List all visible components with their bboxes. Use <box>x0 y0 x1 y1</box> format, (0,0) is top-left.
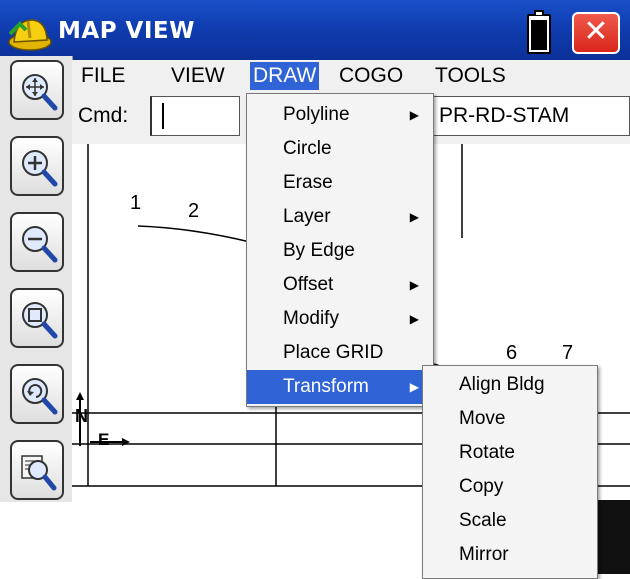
menu-bar: FILE VIEW DRAW COGO TOOLS <box>72 60 630 92</box>
east-arrow-label: E <box>98 430 110 449</box>
background-device-area <box>598 500 630 574</box>
submenu-arrow-icon: ▶ <box>409 312 419 326</box>
submenu-arrow-icon: ▶ <box>409 108 419 122</box>
window-title: MAP VIEW <box>58 18 195 44</box>
zoom-window-button[interactable] <box>10 288 64 348</box>
submenu-arrow-icon: ▶ <box>409 380 419 394</box>
menu-item-rotate[interactable]: Rotate <box>423 436 597 470</box>
menu-item-mirror[interactable]: Mirror <box>423 538 597 572</box>
draw-menu: Polyline ▶ Circle Erase Layer ▶ By Edge Of… <box>246 93 434 407</box>
zoom-in-button[interactable] <box>10 136 64 196</box>
display-settings-icon <box>21 455 57 491</box>
cmd-label: Cmd: <box>78 104 129 127</box>
menu-item-align-bldg[interactable]: Align Bldg <box>423 368 597 402</box>
zoom-out-icon <box>22 226 58 263</box>
zoom-window-icon <box>22 302 58 339</box>
zoom-extents-button[interactable] <box>10 60 64 120</box>
menu-item-copy[interactable]: Copy <box>423 470 597 504</box>
menu-item-by-edge[interactable]: By Edge <box>247 234 433 268</box>
zoom-extents-icon <box>22 74 58 111</box>
title-bar: MAP VIEW ✕ <box>0 0 630 66</box>
point-label: 2 <box>188 200 200 222</box>
zoom-in-icon <box>22 150 58 187</box>
display-settings-button[interactable] <box>10 440 64 500</box>
text-caret <box>162 103 164 129</box>
menu-item-scale[interactable]: Scale <box>423 504 597 538</box>
menu-cogo[interactable]: COGO <box>336 62 406 90</box>
close-button[interactable]: ✕ <box>572 12 620 54</box>
menu-item-offset[interactable]: Offset ▶ <box>247 268 433 302</box>
point-label: 1 <box>130 192 142 214</box>
menu-item-polyline[interactable]: Polyline ▶ <box>247 98 433 132</box>
left-toolbar <box>0 56 73 502</box>
menu-tools[interactable]: TOOLS <box>432 62 509 90</box>
transform-submenu: Align Bldg Move Rotate Copy Scale Mirror <box>422 365 598 579</box>
menu-view[interactable]: VIEW <box>168 62 228 90</box>
close-icon: ✕ <box>583 14 609 49</box>
code-field[interactable]: PR-RD-STAM <box>432 96 630 136</box>
zoom-out-button[interactable] <box>10 212 64 272</box>
menu-item-erase[interactable]: Erase <box>247 166 433 200</box>
battery-icon <box>527 10 551 54</box>
point-label: 6 <box>506 342 518 364</box>
menu-item-move[interactable]: Move <box>423 402 597 436</box>
code-value: PR-RD-STAM <box>439 104 570 127</box>
menu-file[interactable]: FILE <box>78 62 128 90</box>
zoom-previous-icon <box>22 378 58 415</box>
menu-item-transform[interactable]: Transform ▶ <box>247 370 433 404</box>
north-arrow-label: N <box>75 406 88 426</box>
point-label: 7 <box>562 342 574 364</box>
cmd-input[interactable] <box>150 96 240 136</box>
hard-hat-icon <box>8 19 52 51</box>
menu-draw[interactable]: DRAW <box>250 62 320 90</box>
submenu-arrow-icon: ▶ <box>409 210 419 224</box>
submenu-arrow-icon: ▶ <box>409 278 419 292</box>
menu-item-modify[interactable]: Modify ▶ <box>247 302 433 336</box>
menu-item-layer[interactable]: Layer ▶ <box>247 200 433 234</box>
menu-item-place-grid[interactable]: Place GRID <box>247 336 433 370</box>
menu-item-circle[interactable]: Circle <box>247 132 433 166</box>
zoom-previous-button[interactable] <box>10 364 64 424</box>
